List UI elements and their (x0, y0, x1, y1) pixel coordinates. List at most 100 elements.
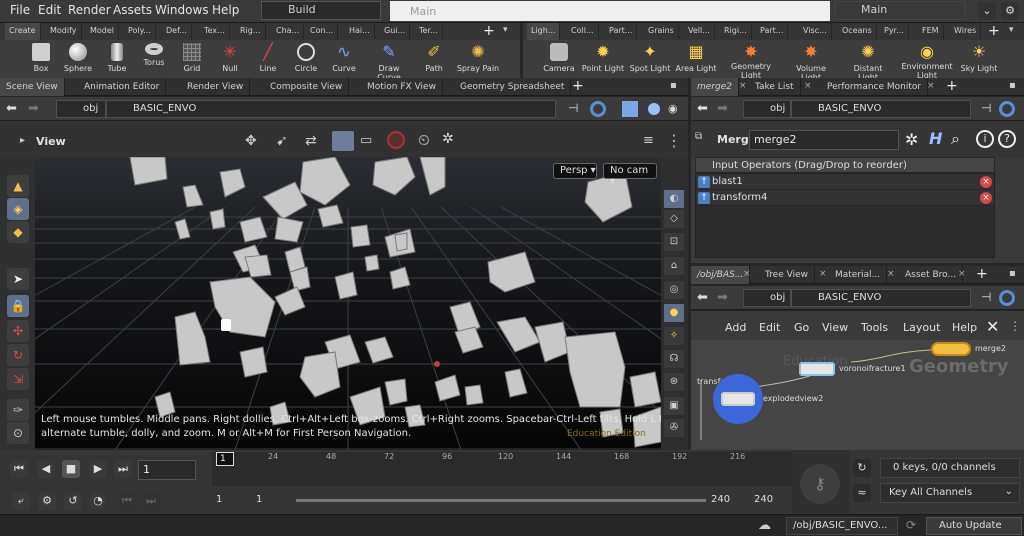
help-h-icon[interactable]: H (929, 129, 942, 148)
explodedview2-node[interactable] (721, 392, 755, 406)
menu-file[interactable]: File (10, 3, 30, 17)
close-tab-icon[interactable]: × (927, 81, 935, 91)
tool-camera[interactable]: Camera (537, 40, 581, 73)
select-edit-icon[interactable]: ◆ (7, 221, 29, 243)
right-context-dropdown[interactable]: Main (834, 1, 966, 20)
keys-channels-field[interactable]: 0 keys, 0/0 channels (880, 458, 1020, 478)
dots-menu-icon[interactable]: ⋮ (1009, 319, 1021, 333)
settings-gear-icon[interactable]: ✲ (442, 131, 454, 147)
path-node-dropdown[interactable]: BASIC_ENVO (106, 100, 556, 118)
tab-asset-browser[interactable]: Asset Bro... (899, 266, 964, 284)
render-region-icon[interactable]: ▣ (664, 397, 684, 415)
forward-arrow-icon[interactable]: ➡ (717, 101, 728, 116)
shelf-tab-collisions[interactable]: Coll... (567, 23, 599, 40)
menu-edit[interactable]: Edit (38, 3, 61, 17)
select-object-icon[interactable]: ▲ (7, 175, 29, 197)
add-shelf-icon[interactable]: + (988, 23, 1000, 39)
range-start-visible[interactable]: 1 (256, 494, 262, 505)
path-level-obj[interactable]: obj (743, 100, 791, 118)
play-reverse-icon[interactable]: ◀ (37, 460, 55, 478)
tab-take-list[interactable]: Take List (749, 78, 801, 96)
play-icon[interactable]: ▶ (89, 460, 107, 478)
link-icon[interactable] (999, 101, 1015, 117)
shelf-tab-modify[interactable]: Modify (46, 23, 82, 40)
tool-curve[interactable]: ∿ Curve (324, 40, 364, 74)
wireframe-icon[interactable]: ◇ (664, 210, 684, 228)
tool-circle[interactable]: Circle (286, 40, 326, 73)
frame-marker[interactable]: 1 (216, 452, 234, 466)
tab-material[interactable]: Material... (829, 266, 888, 284)
tool-grid[interactable]: Grid (172, 40, 212, 73)
range-end[interactable]: 240 (754, 494, 773, 505)
brush-icon[interactable]: ✑ (7, 399, 29, 421)
voronoifracture1-node[interactable] (799, 362, 835, 376)
network-menu-go[interactable]: Go (794, 321, 809, 334)
network-menu-view[interactable]: View (822, 321, 848, 334)
shelf-tab-grains[interactable]: Grains (644, 23, 679, 40)
transform-icon[interactable]: ✣ (7, 320, 29, 342)
stop-icon[interactable]: ■ (62, 460, 80, 478)
jump-start-icon[interactable]: ⏮ (10, 460, 28, 478)
desktop-dropdown[interactable]: Build (261, 1, 381, 20)
camera-tool-icon[interactable]: ⊙ (7, 422, 29, 444)
scale-icon[interactable]: ⇲ (7, 368, 29, 390)
close-tab-icon[interactable]: × (958, 269, 966, 279)
pane-menu-icon[interactable]: ▪ (670, 80, 677, 91)
close-tab-icon[interactable]: × (743, 269, 751, 279)
select-component-icon[interactable]: ◈ (7, 198, 29, 220)
gear-icon[interactable]: ✲ (905, 130, 918, 149)
eye-icon[interactable]: ◉ (668, 102, 678, 115)
3d-viewport[interactable]: Persp ▾ No cam ▾ Left mouse tumbles. Mid… (35, 157, 661, 450)
jump-end-icon[interactable]: ⏭ (114, 460, 132, 478)
persp-dropdown[interactable]: Persp ▾ (553, 163, 597, 179)
tool-draw-curve[interactable]: ✎Draw Curve (367, 40, 411, 83)
shelf-tab-terrain[interactable]: Ter... (415, 23, 443, 40)
wrench-icon[interactable]: ✕ (986, 317, 999, 336)
tool-tube[interactable]: Tube (97, 40, 137, 73)
path-level-obj[interactable]: obj (743, 289, 791, 307)
network-menu-help[interactable]: Help (952, 321, 977, 334)
info-icon[interactable]: i (976, 130, 994, 148)
tab-composite-view[interactable]: Composite View (264, 78, 350, 96)
network-menu-tools[interactable]: Tools (861, 321, 888, 334)
shelf-tab-wires[interactable]: Wires (950, 23, 982, 40)
realtime-icon[interactable]: ◔ (89, 492, 107, 510)
close-tab-icon[interactable]: × (804, 81, 812, 91)
network-menu-layout[interactable]: Layout (903, 321, 940, 334)
key-mode-dropdown[interactable]: Key All Channels ⌄ (880, 483, 1020, 503)
shelf-tab-particle-fluids[interactable]: Part... (756, 23, 789, 40)
tool-line[interactable]: ╱ Line (248, 40, 288, 74)
tool-area-light[interactable]: ▦ Area Light (674, 40, 718, 74)
forward-arrow-icon[interactable]: ➡ (717, 290, 728, 305)
path-level-obj[interactable]: obj (56, 100, 106, 118)
path-node-dropdown[interactable]: BASIC_ENVO (791, 100, 971, 118)
shelf-tab-hair[interactable]: Hai... (345, 23, 375, 40)
settings-icon[interactable]: ⚙ (1001, 2, 1019, 20)
tool-environment-light[interactable]: ◉ Environment Light (901, 40, 953, 81)
snapshot-icon[interactable]: ✇ (664, 419, 684, 437)
pin-icon[interactable]: ⊣ (981, 101, 991, 115)
drag-handle-icon[interactable]: ↑ (698, 192, 710, 204)
tab-tree-view[interactable]: Tree View (759, 266, 815, 284)
range-end-visible[interactable]: 240 (711, 494, 730, 505)
cube-view-icon[interactable] (622, 101, 638, 117)
help-icon[interactable]: ? (998, 130, 1016, 148)
arrow-select-icon[interactable]: ➤ (7, 268, 29, 290)
tool-spot-light[interactable]: ✦ Spot Light (628, 40, 672, 74)
current-frame-field[interactable]: 1 (138, 460, 196, 480)
shelf-tab-pyro[interactable]: Pyr... (880, 23, 909, 40)
sphere-view-icon[interactable] (648, 103, 660, 115)
chevron-down-icon[interactable]: ▾ (1009, 25, 1014, 35)
menu-help[interactable]: Help (212, 3, 239, 17)
back-arrow-icon[interactable]: ⬅ (6, 101, 17, 116)
tab-geometry-spreadsheet[interactable]: Geometry Spreadsheet (454, 78, 572, 96)
range-slider[interactable] (296, 499, 706, 502)
close-tab-icon[interactable]: × (887, 269, 895, 279)
search-icon[interactable]: ⌕ (951, 129, 960, 149)
lock-icon[interactable]: 🔒 (7, 295, 29, 317)
pin-icon[interactable]: ⊣ (981, 290, 991, 304)
shelf-tab-rigid[interactable]: Rigi... (720, 23, 752, 40)
back-arrow-icon[interactable]: ⬅ (697, 290, 708, 305)
grid-snap-icon[interactable] (332, 131, 354, 151)
add-shelf-icon[interactable]: + (483, 23, 495, 39)
